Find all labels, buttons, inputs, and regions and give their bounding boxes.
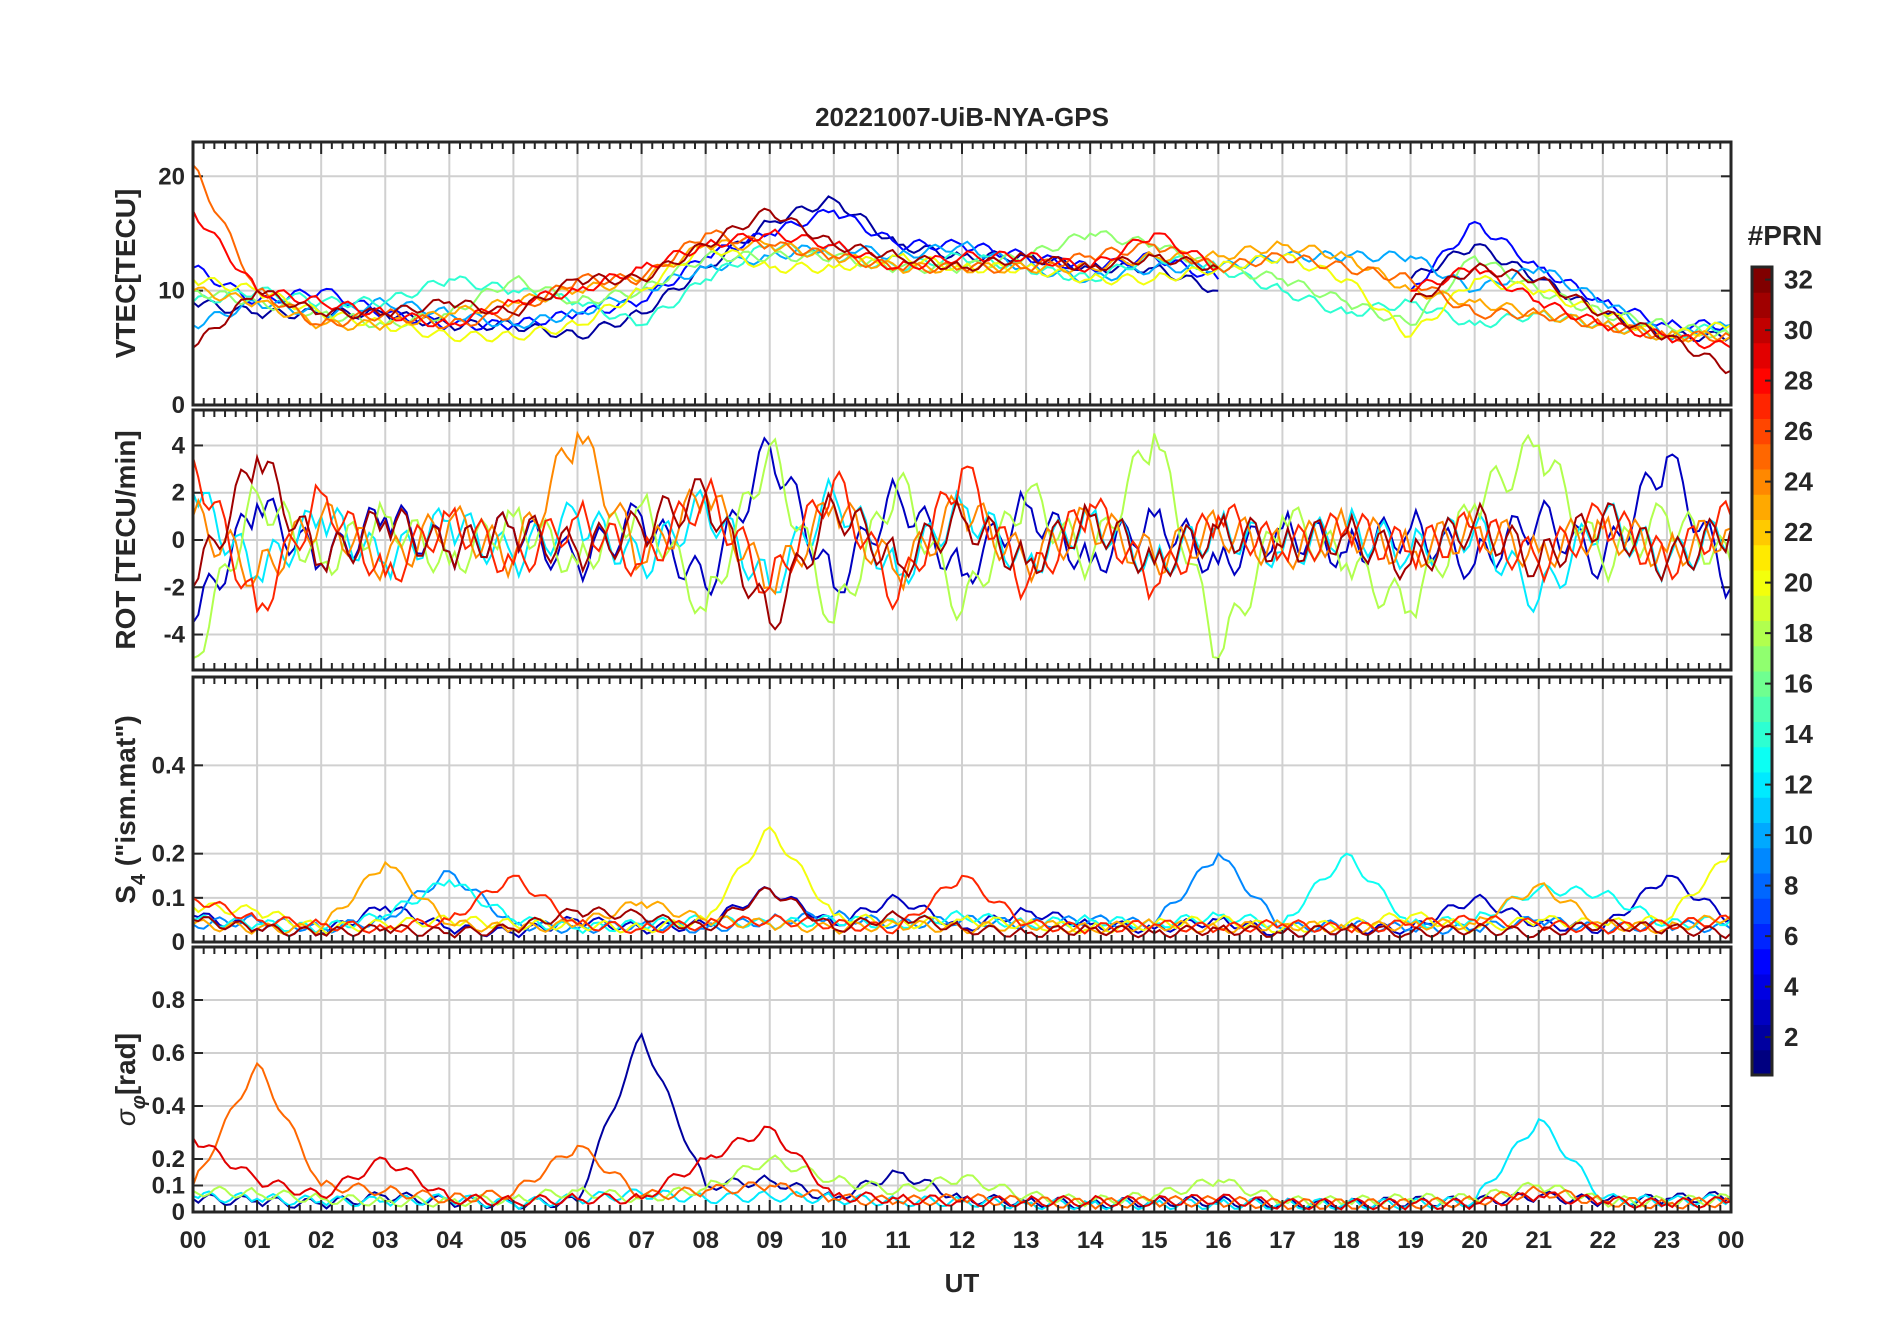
colorbar-tick-label: 14 [1784, 719, 1813, 749]
colorbar-segment [1752, 645, 1772, 672]
colorbar-segment [1752, 948, 1772, 975]
y-tick-label: -2 [164, 574, 185, 601]
colorbar: 2468101214161820222426283032#PRN [1748, 220, 1823, 1077]
panel-3: 0 0.1 0.2 0.4S4 ("ism.mat") [110, 675, 1733, 956]
x-tick-label: 10 [820, 1227, 847, 1254]
x-tick-label: 05 [500, 1227, 527, 1254]
x-tick-label: 08 [692, 1227, 719, 1254]
x-tick-label: 00 [1718, 1227, 1745, 1254]
figure: 20221007-UiB-NYA-GPS 01020VTEC[TECU]-4-2… [110, 102, 1823, 1298]
colorbar-tick-label: 4 [1784, 972, 1799, 1002]
colorbar-tick-label: 26 [1784, 416, 1813, 446]
colorbar-segment [1752, 1049, 1772, 1076]
y-tick-label: 0 [172, 1199, 185, 1226]
x-tick-label: 13 [1013, 1227, 1040, 1254]
x-tick-label: 06 [564, 1227, 591, 1254]
x-tick-label: 04 [436, 1227, 463, 1254]
colorbar-segment [1752, 999, 1772, 1025]
colorbar-tick-label: 18 [1784, 618, 1813, 648]
x-tick-label: 07 [628, 1227, 655, 1254]
colorbar-segment [1752, 847, 1772, 874]
y-axis-label: σφ[rad] [110, 1033, 150, 1126]
x-tick-label: 20 [1461, 1227, 1488, 1254]
y-axis-label: S4 ("ism.mat") [110, 715, 150, 904]
colorbar-tick-label: 6 [1784, 921, 1798, 951]
y-label-rest: [rad] [110, 1033, 141, 1095]
y-label-sub: φ [128, 1095, 150, 1109]
x-tick-label: 22 [1589, 1227, 1616, 1254]
y-tick-label: 0.6 [152, 1040, 185, 1067]
colorbar-tick-label: 22 [1784, 517, 1813, 547]
y-label-main: σ [110, 1108, 141, 1126]
x-axis-label: UT [945, 1268, 980, 1298]
x-tick-label: 19 [1397, 1227, 1424, 1254]
x-tick-label: 14 [1077, 1227, 1104, 1254]
colorbar-segment [1752, 494, 1772, 520]
x-tick-label: 03 [372, 1227, 399, 1254]
x-tick-label: 17 [1269, 1227, 1296, 1254]
y-tick-label: 0 [172, 527, 185, 554]
colorbar-tick-label: 2 [1784, 1022, 1798, 1052]
y-tick-label: 0.4 [152, 1093, 186, 1120]
colorbar-segment [1752, 443, 1772, 470]
x-tick-label: 15 [1141, 1227, 1168, 1254]
panel-2: -4 -2 0 2 4 ROT [TECU/min] [110, 408, 1733, 672]
x-tick-label: 01 [244, 1227, 271, 1254]
y-axis-label: VTEC[TECU] [110, 189, 141, 359]
colorbar-segment [1752, 696, 1772, 722]
colorbar-tick-label: 10 [1784, 820, 1813, 850]
colorbar-tick-label: 30 [1784, 315, 1813, 345]
y-tick-label: 4 [172, 432, 186, 459]
y-tick-label: 0.1 [152, 885, 185, 912]
y-tick-label: 0.4 [152, 752, 186, 779]
y-tick-label: 20 [158, 163, 185, 190]
y-tick-label: 0 [172, 929, 185, 956]
x-tick-label: 23 [1654, 1227, 1681, 1254]
colorbar-segment [1752, 746, 1772, 773]
panel-1: 0 10 20 VTEC[TECU] [110, 140, 1733, 419]
y-tick-label: 0.1 [152, 1173, 185, 1200]
y-tick-label: 0 [172, 392, 185, 419]
colorbar-tick-label: 8 [1784, 871, 1798, 901]
y-axis-label: ROT [TECU/min] [110, 430, 141, 649]
x-tick-label: 12 [949, 1227, 976, 1254]
y-label-rest: ("ism.mat") [110, 715, 141, 874]
colorbar-segment [1752, 797, 1772, 823]
chart-title: 20221007-UiB-NYA-GPS [815, 102, 1109, 132]
colorbar-tick-label: 24 [1784, 467, 1813, 497]
colorbar-segment [1752, 393, 1772, 419]
colorbar-tick-label: 20 [1784, 568, 1813, 598]
panels: 01020VTEC[TECU]-4-2024ROT [TECU/min]00.1… [110, 140, 1745, 1254]
y-label-main: S [110, 885, 141, 904]
y-tick-label: 0.8 [152, 987, 185, 1014]
colorbar-segment [1752, 898, 1772, 924]
x-tick-label: 02 [308, 1227, 335, 1254]
panel-4: 00.10.20.40.60.8σφ[rad] [110, 945, 1733, 1226]
y-tick-label: 10 [158, 278, 185, 305]
x-tick-label: 11 [885, 1227, 910, 1254]
y-tick-label: 2 [172, 480, 185, 507]
colorbar-segment [1752, 342, 1772, 369]
x-tick-label: 09 [756, 1227, 783, 1254]
y-tick-label: 0.2 [152, 1146, 185, 1173]
y-tick-label: 0.2 [152, 841, 185, 868]
x-tick-label: 18 [1333, 1227, 1360, 1254]
colorbar-segment [1752, 595, 1772, 621]
colorbar-tick-label: 12 [1784, 770, 1813, 800]
y-tick-label: -4 [164, 622, 186, 649]
colorbar-label: #PRN [1748, 220, 1823, 251]
colorbar-tick-label: 16 [1784, 669, 1813, 699]
x-tick-label: 00 [180, 1227, 207, 1254]
colorbar-tick-label: 32 [1784, 265, 1813, 295]
colorbar-tick-label: 28 [1784, 366, 1813, 396]
colorbar-segment [1752, 544, 1772, 571]
x-tick-label: 16 [1205, 1227, 1232, 1254]
x-tick-label: 21 [1525, 1227, 1552, 1254]
colorbar-segment [1752, 292, 1772, 318]
